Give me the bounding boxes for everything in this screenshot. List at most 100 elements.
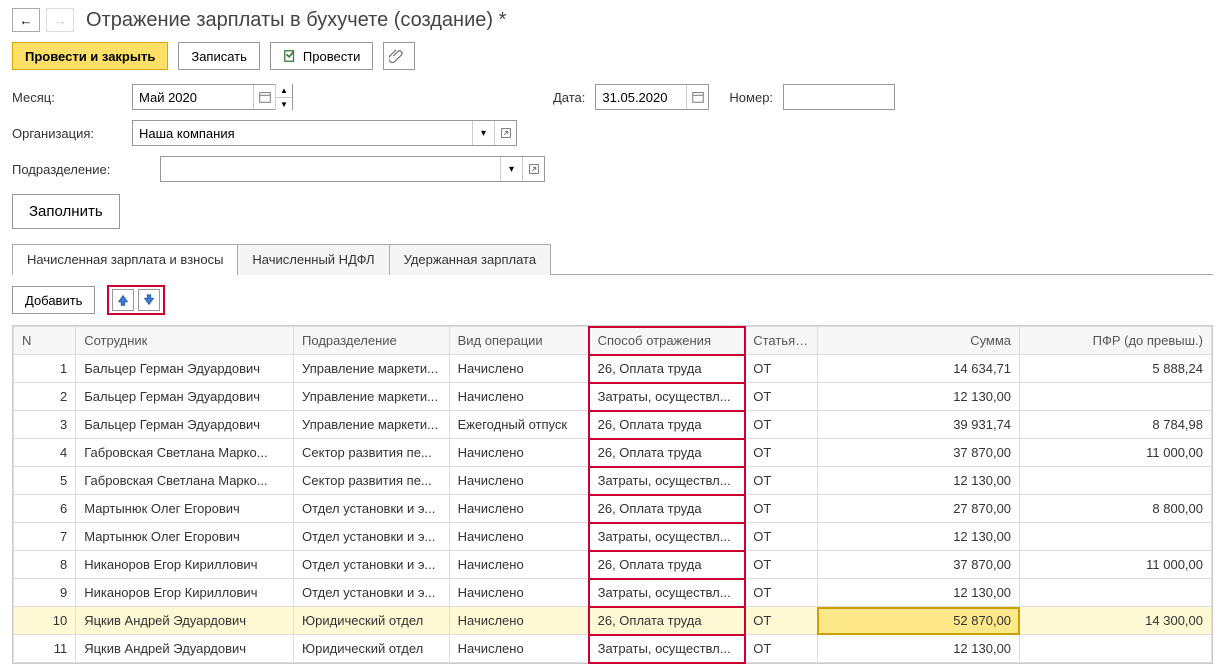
tab-withheld[interactable]: Удержанная зарплата	[389, 244, 551, 275]
cell-article[interactable]: ОТ	[745, 355, 818, 383]
cell-article[interactable]: ОТ	[745, 551, 818, 579]
date-input-wrap[interactable]	[595, 84, 709, 110]
cell-pfr[interactable]: 14 300,00	[1020, 607, 1212, 635]
cell-n[interactable]: 4	[14, 439, 76, 467]
add-button[interactable]: Добавить	[12, 286, 95, 314]
cell-department[interactable]: Юридический отдел	[294, 635, 450, 663]
cell-pfr[interactable]: 11 000,00	[1020, 439, 1212, 467]
number-field[interactable]	[784, 85, 894, 109]
month-down-button[interactable]: ▼	[276, 97, 292, 110]
post-button[interactable]: Провести	[270, 42, 374, 70]
open-icon[interactable]	[522, 157, 544, 181]
cell-pfr[interactable]	[1020, 635, 1212, 663]
open-icon[interactable]	[494, 121, 516, 145]
cell-employee[interactable]: Никаноров Егор Кириллович	[76, 551, 294, 579]
cell-article[interactable]: ОТ	[745, 383, 818, 411]
cell-operation[interactable]: Начислено	[449, 635, 589, 663]
table-row[interactable]: 9Никаноров Егор КирилловичОтдел установк…	[14, 579, 1212, 607]
cell-operation[interactable]: Начислено	[449, 355, 589, 383]
table-row[interactable]: 8Никаноров Егор КирилловичОтдел установк…	[14, 551, 1212, 579]
calendar-icon[interactable]	[253, 85, 275, 109]
cell-pfr[interactable]	[1020, 579, 1212, 607]
cell-n[interactable]: 1	[14, 355, 76, 383]
th-sum[interactable]: Сумма	[817, 327, 1019, 355]
cell-sum[interactable]: 39 931,74	[817, 411, 1019, 439]
cell-sum[interactable]: 12 130,00	[817, 579, 1019, 607]
cell-employee[interactable]: Яцкив Андрей Эдуардович	[76, 607, 294, 635]
tab-accrued-salary[interactable]: Начисленная зарплата и взносы	[12, 244, 238, 275]
cell-employee[interactable]: Бальцер Герман Эдуардович	[76, 411, 294, 439]
dropdown-icon[interactable]: ▾	[500, 157, 522, 181]
cell-article[interactable]: ОТ	[745, 467, 818, 495]
cell-operation[interactable]: Начислено	[449, 467, 589, 495]
cell-operation[interactable]: Начислено	[449, 523, 589, 551]
number-input-wrap[interactable]	[783, 84, 895, 110]
fill-button[interactable]: Заполнить	[12, 194, 120, 229]
save-button[interactable]: Записать	[178, 42, 260, 70]
cell-operation[interactable]: Начислено	[449, 579, 589, 607]
table-row[interactable]: 2Бальцер Герман ЭдуардовичУправление мар…	[14, 383, 1212, 411]
cell-sum[interactable]: 12 130,00	[817, 383, 1019, 411]
cell-department[interactable]: Управление маркети...	[294, 411, 450, 439]
cell-sum[interactable]: 12 130,00	[817, 635, 1019, 663]
cell-n[interactable]: 5	[14, 467, 76, 495]
cell-employee[interactable]: Габровская Светлана Марко...	[76, 439, 294, 467]
table-row[interactable]: 4Габровская Светлана Марко...Сектор разв…	[14, 439, 1212, 467]
cell-sum[interactable]: 14 634,71	[817, 355, 1019, 383]
nav-back-button[interactable]: ←	[12, 8, 40, 32]
cell-method[interactable]: 26, Оплата труда	[589, 411, 745, 439]
cell-pfr[interactable]: 5 888,24	[1020, 355, 1212, 383]
cell-method[interactable]: 26, Оплата труда	[589, 607, 745, 635]
cell-employee[interactable]: Мартынюк Олег Егорович	[76, 495, 294, 523]
calendar-icon[interactable]	[686, 85, 708, 109]
cell-employee[interactable]: Габровская Светлана Марко...	[76, 467, 294, 495]
th-pfr[interactable]: ПФР (до превыш.)	[1020, 327, 1212, 355]
tab-ndfl[interactable]: Начисленный НДФЛ	[237, 244, 389, 275]
table-row[interactable]: 3Бальцер Герман ЭдуардовичУправление мар…	[14, 411, 1212, 439]
cell-operation[interactable]: Начислено	[449, 383, 589, 411]
table-row[interactable]: 1Бальцер Герман ЭдуардовичУправление мар…	[14, 355, 1212, 383]
cell-employee[interactable]: Мартынюк Олег Егорович	[76, 523, 294, 551]
cell-department[interactable]: Управление маркети...	[294, 383, 450, 411]
cell-method[interactable]: Затраты, осуществл...	[589, 467, 745, 495]
cell-department[interactable]: Сектор развития пе...	[294, 439, 450, 467]
cell-article[interactable]: ОТ	[745, 523, 818, 551]
cell-n[interactable]: 9	[14, 579, 76, 607]
cell-method[interactable]: 26, Оплата труда	[589, 495, 745, 523]
attach-button[interactable]	[383, 42, 415, 70]
cell-n[interactable]: 2	[14, 383, 76, 411]
cell-article[interactable]: ОТ	[745, 579, 818, 607]
cell-department[interactable]: Отдел установки и э...	[294, 495, 450, 523]
month-field[interactable]	[133, 85, 253, 109]
cell-method[interactable]: Затраты, осуществл...	[589, 383, 745, 411]
cell-sum[interactable]: 37 870,00	[817, 439, 1019, 467]
cell-pfr[interactable]: 8 784,98	[1020, 411, 1212, 439]
month-up-button[interactable]: ▲	[276, 84, 292, 97]
cell-employee[interactable]: Никаноров Егор Кириллович	[76, 579, 294, 607]
cell-department[interactable]: Сектор развития пе...	[294, 467, 450, 495]
cell-employee[interactable]: Яцкив Андрей Эдуардович	[76, 635, 294, 663]
th-n[interactable]: N	[14, 327, 76, 355]
dropdown-icon[interactable]: ▾	[472, 121, 494, 145]
cell-operation[interactable]: Начислено	[449, 607, 589, 635]
cell-method[interactable]: Затраты, осуществл...	[589, 523, 745, 551]
cell-article[interactable]: ОТ	[745, 635, 818, 663]
cell-sum[interactable]: 37 870,00	[817, 551, 1019, 579]
org-input-wrap[interactable]: ▾	[132, 120, 517, 146]
cell-pfr[interactable]	[1020, 467, 1212, 495]
cell-department[interactable]: Отдел установки и э...	[294, 523, 450, 551]
cell-article[interactable]: ОТ	[745, 607, 818, 635]
cell-department[interactable]: Отдел установки и э...	[294, 579, 450, 607]
move-down-button[interactable]	[138, 289, 160, 311]
table-row[interactable]: 5Габровская Светлана Марко...Сектор разв…	[14, 467, 1212, 495]
cell-sum[interactable]: 27 870,00	[817, 495, 1019, 523]
date-field[interactable]	[596, 85, 686, 109]
cell-article[interactable]: ОТ	[745, 411, 818, 439]
cell-department[interactable]: Отдел установки и э...	[294, 551, 450, 579]
cell-method[interactable]: Затраты, осуществл...	[589, 579, 745, 607]
cell-operation[interactable]: Ежегодный отпуск	[449, 411, 589, 439]
cell-pfr[interactable]: 11 000,00	[1020, 551, 1212, 579]
cell-employee[interactable]: Бальцер Герман Эдуардович	[76, 383, 294, 411]
th-department[interactable]: Подразделение	[294, 327, 450, 355]
cell-operation[interactable]: Начислено	[449, 495, 589, 523]
